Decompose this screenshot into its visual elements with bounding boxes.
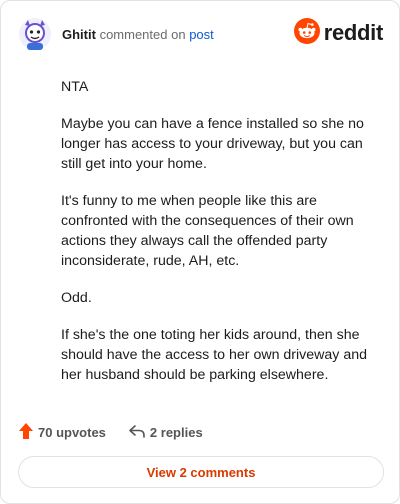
upvote-icon	[18, 422, 38, 443]
comment-body: NTA Maybe you can have a fence installed…	[61, 77, 371, 402]
reddit-wordmark: reddit	[323, 20, 384, 45]
comment-card: Ghitit commented on post reddit NTA Mayb…	[0, 0, 400, 504]
comment-actions: 70 upvotes 2 replies	[18, 422, 203, 442]
replies-button[interactable]: 2 replies	[128, 423, 203, 442]
byline: Ghitit commented on post	[62, 27, 214, 43]
comment-paragraph: Odd.	[61, 290, 92, 306]
action-text: commented on	[99, 27, 186, 42]
reply-count: 2 replies	[149, 424, 203, 440]
comment-paragraph: If she's the one toting her kids around,…	[61, 327, 368, 383]
reddit-brand[interactable]: reddit	[293, 17, 384, 49]
comment-paragraph: NTA	[61, 79, 89, 95]
comment-header: Ghitit commented on post reddit	[18, 17, 383, 51]
author-name[interactable]: Ghitit	[62, 27, 96, 42]
upvote-count: 70 upvotes	[38, 424, 106, 440]
avatar-icon[interactable]	[18, 17, 52, 51]
comment-paragraph: Maybe you can have a fence installed so …	[61, 116, 364, 172]
reddit-logo-icon	[293, 17, 320, 49]
upvote-button[interactable]: 70 upvotes	[18, 422, 106, 443]
view-comments-button[interactable]: View 2 comments	[18, 456, 384, 488]
post-link[interactable]: post	[189, 27, 214, 42]
comment-paragraph: It's funny to me when people like this a…	[61, 193, 354, 269]
reply-icon	[128, 423, 150, 442]
